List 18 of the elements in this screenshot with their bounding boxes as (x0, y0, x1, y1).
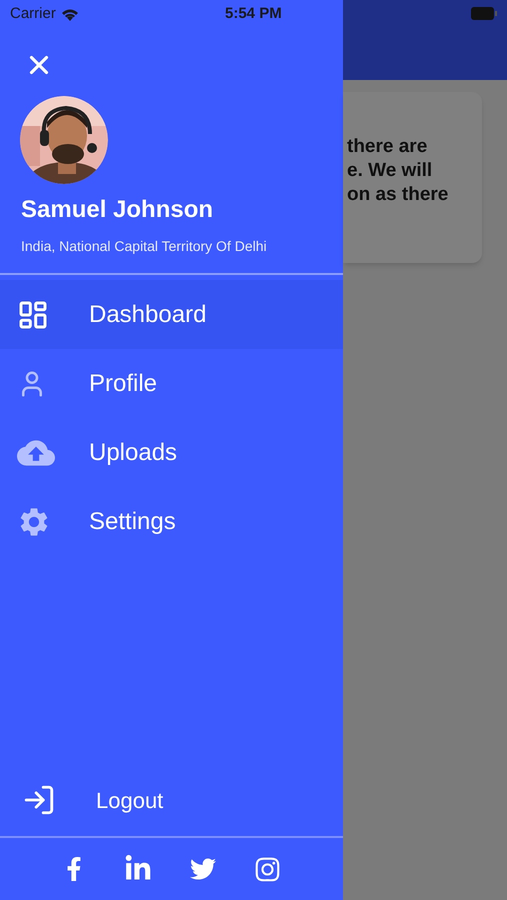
twitter-icon[interactable] (190, 856, 216, 882)
menu-item[interactable]: Uploads (0, 418, 343, 487)
battery-icon (471, 7, 497, 20)
carrier-label: Carrier (10, 4, 56, 24)
instagram-icon[interactable] (254, 856, 281, 882)
wifi-icon (60, 8, 79, 20)
menu-item[interactable]: Profile (0, 349, 343, 418)
logout-icon (22, 783, 56, 817)
message-text: there are (347, 134, 428, 158)
status-time: 5:54 PM (225, 4, 282, 24)
message-text: e. We will (347, 158, 434, 182)
logout-button[interactable]: Logout (0, 770, 343, 830)
dashboard-icon (17, 298, 49, 330)
message-text: on as there (347, 182, 450, 206)
user-location: India, National Capital Territory Of Delhi (21, 237, 268, 256)
menu-item[interactable]: Settings (0, 487, 343, 556)
menu-item[interactable]: Dashboard (0, 280, 343, 349)
user-name: Samuel Johnson (21, 195, 214, 225)
